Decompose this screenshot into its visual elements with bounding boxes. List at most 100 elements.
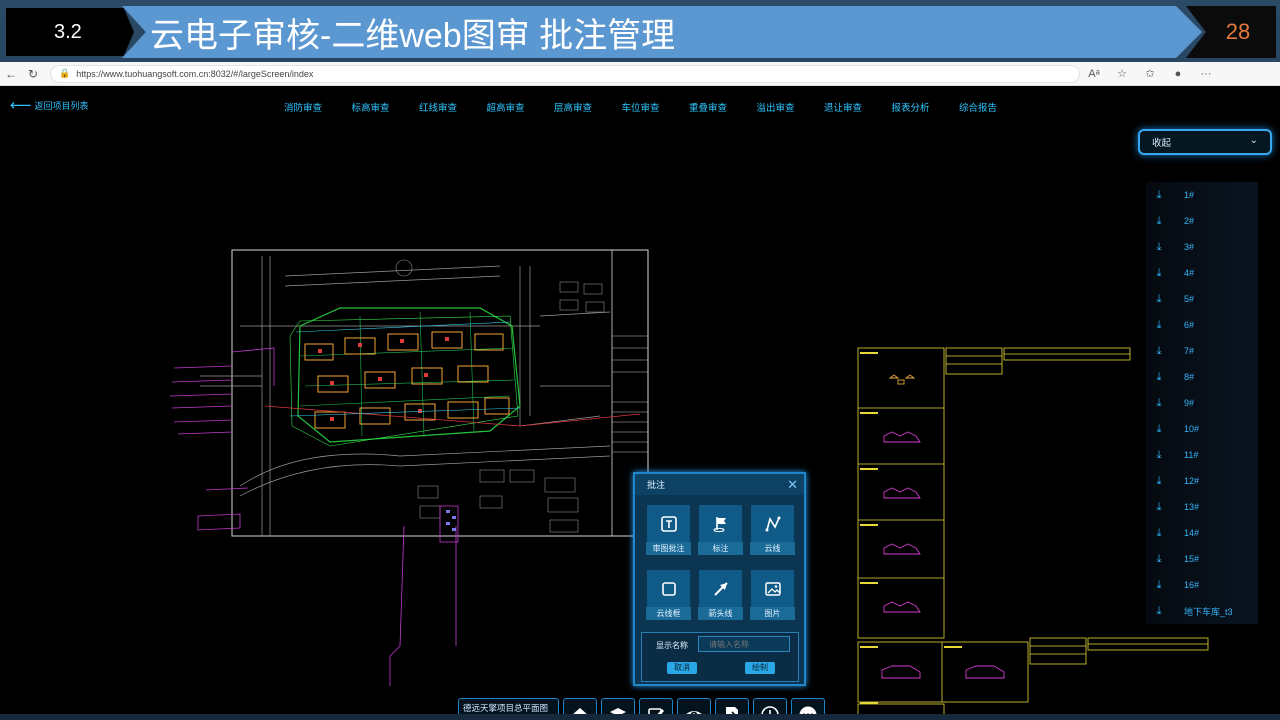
download-icon[interactable]: ⤓ bbox=[1146, 371, 1172, 384]
nav-item-elevation[interactable]: 标高审查 bbox=[352, 100, 420, 114]
slide-title-text: 云电子审核-二维web图审 批注管理 bbox=[150, 16, 676, 55]
floor-item[interactable]: ⤓ 12# bbox=[1146, 468, 1258, 494]
download-icon[interactable]: ⤓ bbox=[1146, 501, 1172, 514]
lock-icon: 🔒 bbox=[59, 68, 71, 78]
download-icon[interactable]: ⤓ bbox=[1146, 605, 1172, 618]
nav-item-fire[interactable]: 消防审查 bbox=[284, 100, 352, 114]
nav-item-overheight[interactable]: 超高审查 bbox=[487, 100, 555, 114]
floor-item[interactable]: ⤓ 14# bbox=[1146, 520, 1258, 546]
download-button[interactable] bbox=[753, 698, 787, 714]
slide-title: 云电子审核-二维web图审 批注管理 bbox=[122, 6, 1202, 58]
floor-label: 2# bbox=[1184, 216, 1195, 226]
download-icon[interactable]: ⤓ bbox=[1146, 241, 1172, 254]
address-bar[interactable]: 🔒 https://www.tuohuangsoft.com.cn:8032/#… bbox=[50, 64, 1080, 83]
more-button[interactable] bbox=[791, 698, 825, 714]
download-icon[interactable]: ⤓ bbox=[1146, 215, 1172, 228]
floor-item[interactable]: ⤓ 9# bbox=[1146, 390, 1258, 416]
refresh-icon[interactable]: ↻ bbox=[22, 67, 44, 81]
floor-item[interactable]: ⤓ 5# bbox=[1146, 286, 1258, 312]
floor-label: 8# bbox=[1184, 372, 1195, 382]
download-icon[interactable]: ⤓ bbox=[1146, 397, 1172, 410]
dialog-title: 批注 bbox=[647, 480, 666, 490]
floor-item[interactable]: ⤓ 7# bbox=[1146, 338, 1258, 364]
download-icon bbox=[761, 706, 779, 714]
floor-item[interactable]: ⤓ 10# bbox=[1146, 416, 1258, 442]
floor-item[interactable]: ⤓ 地下车库_t3 bbox=[1146, 598, 1258, 624]
floor-label: 10# bbox=[1184, 424, 1200, 434]
nav-item-report-analysis[interactable]: 报表分析 bbox=[892, 100, 960, 114]
floor-label: 12# bbox=[1184, 476, 1200, 486]
text-annotation-icon bbox=[647, 505, 690, 542]
tool-cloud-line[interactable]: 云线 bbox=[750, 505, 795, 555]
floor-item[interactable]: ⤓ 2# bbox=[1146, 208, 1258, 234]
nav-item-parking[interactable]: 车位审查 bbox=[622, 100, 690, 114]
floor-item[interactable]: ⤓ 15# bbox=[1146, 546, 1258, 572]
export-button[interactable] bbox=[715, 698, 749, 714]
bottom-toolbar: 德远天擎项目总平面图_t3 bbox=[458, 698, 825, 714]
floor-item[interactable]: ⤓ 11# bbox=[1146, 442, 1258, 468]
download-icon[interactable]: ⤓ bbox=[1146, 189, 1172, 202]
display-name-label: 显示名称 bbox=[656, 641, 688, 650]
nav-item-overlap[interactable]: 重叠审查 bbox=[689, 100, 757, 114]
floor-panel-toggle[interactable]: 收起 ⌄ bbox=[1138, 129, 1272, 155]
tool-cloud-frame[interactable]: 云线框 bbox=[646, 570, 691, 620]
floor-item[interactable]: ⤓ 16# bbox=[1146, 572, 1258, 598]
read-aloud-icon[interactable]: Aᵃ bbox=[1080, 68, 1108, 80]
eye-icon bbox=[686, 711, 702, 714]
nav-item-setback[interactable]: 退让审查 bbox=[824, 100, 892, 114]
drawing-name[interactable]: 德远天擎项目总平面图_t3 bbox=[458, 698, 559, 714]
floor-item[interactable]: ⤓ 3# bbox=[1146, 234, 1258, 260]
floor-label: 地下车库_t3 bbox=[1184, 606, 1233, 617]
floor-label: 3# bbox=[1184, 242, 1195, 252]
review-nav: 消防审查 标高审查 红线审查 超高审查 层高审查 车位审查 重叠审查 溢出审查 … bbox=[284, 100, 1027, 114]
tool-label: 标注 bbox=[698, 542, 743, 555]
download-icon[interactable]: ⤓ bbox=[1146, 267, 1172, 280]
nav-item-summary-report[interactable]: 综合报告 bbox=[959, 100, 1027, 114]
cloud-frame-icon bbox=[647, 570, 690, 607]
nav-item-overflow[interactable]: 溢出审查 bbox=[757, 100, 825, 114]
floor-label: 14# bbox=[1184, 528, 1200, 538]
floor-item[interactable]: ⤓ 4# bbox=[1146, 260, 1258, 286]
layers-icon bbox=[610, 708, 626, 714]
download-icon[interactable]: ⤓ bbox=[1146, 449, 1172, 462]
floor-item[interactable]: ⤓ 6# bbox=[1146, 312, 1258, 338]
floor-item[interactable]: ⤓ 1# bbox=[1146, 182, 1258, 208]
floor-label: 13# bbox=[1184, 502, 1200, 512]
home-icon bbox=[573, 708, 587, 714]
floor-item[interactable]: ⤓ 13# bbox=[1146, 494, 1258, 520]
nav-item-floor-height[interactable]: 层高审查 bbox=[554, 100, 622, 114]
download-icon[interactable]: ⤓ bbox=[1146, 527, 1172, 540]
download-icon[interactable]: ⤓ bbox=[1146, 345, 1172, 358]
floor-label: 16# bbox=[1184, 580, 1200, 590]
more-icon[interactable]: ··· bbox=[1192, 68, 1220, 80]
download-icon[interactable]: ⤓ bbox=[1146, 553, 1172, 566]
edit-button[interactable] bbox=[639, 698, 673, 714]
app-viewport: ⟵ 返回项目列表 消防审查 标高审查 红线审查 超高审查 层高审查 车位审查 重… bbox=[0, 86, 1280, 714]
tool-review-annotation[interactable]: 审图批注 bbox=[646, 505, 691, 555]
slide-header: 3.2 云电子审核-二维web图审 批注管理 28 bbox=[0, 0, 1280, 62]
floor-label: 11# bbox=[1184, 450, 1199, 460]
layers-button[interactable] bbox=[601, 698, 635, 714]
nav-item-redline[interactable]: 红线审查 bbox=[419, 100, 487, 114]
image-icon bbox=[751, 570, 794, 607]
back-to-project-list[interactable]: ⟵ 返回项目列表 bbox=[10, 98, 89, 113]
view-button[interactable] bbox=[677, 698, 711, 714]
tool-image[interactable]: 图片 bbox=[750, 570, 795, 620]
tool-arrow-line[interactable]: 箭头线 bbox=[698, 570, 743, 620]
draw-button[interactable]: 绘制 bbox=[745, 662, 775, 674]
download-icon[interactable]: ⤓ bbox=[1146, 475, 1172, 488]
profile-icon[interactable]: ● bbox=[1164, 68, 1192, 80]
cancel-button[interactable]: 取消 bbox=[667, 662, 697, 674]
favorites-bar-icon[interactable]: ✩ bbox=[1136, 67, 1164, 80]
floor-item[interactable]: ⤓ 8# bbox=[1146, 364, 1258, 390]
home-button[interactable] bbox=[563, 698, 597, 714]
download-icon[interactable]: ⤓ bbox=[1146, 579, 1172, 592]
download-icon[interactable]: ⤓ bbox=[1146, 319, 1172, 332]
back-arrow-icon[interactable]: ← bbox=[0, 67, 22, 81]
display-name-input[interactable] bbox=[698, 636, 790, 652]
download-icon[interactable]: ⤓ bbox=[1146, 293, 1172, 306]
download-icon[interactable]: ⤓ bbox=[1146, 423, 1172, 436]
tool-marker[interactable]: 标注 bbox=[698, 505, 743, 555]
close-icon[interactable]: ✕ bbox=[787, 477, 798, 493]
favorite-icon[interactable]: ☆ bbox=[1108, 67, 1136, 80]
